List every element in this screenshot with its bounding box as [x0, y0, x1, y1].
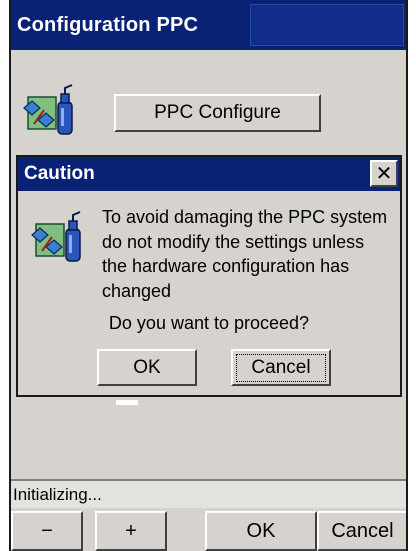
close-icon[interactable]: ✕ [370, 160, 398, 187]
dialog-ok-label: OK [133, 356, 161, 378]
minus-button[interactable]: − [11, 511, 83, 551]
toolbar-ok-button[interactable]: OK [205, 511, 317, 551]
toolbar-ok-label: OK [246, 519, 276, 542]
dialog-title-bar: Caution ✕ [18, 157, 400, 191]
title-bar-panel [250, 4, 404, 46]
plus-button[interactable]: + [95, 511, 167, 551]
message-line: changed [102, 280, 172, 301]
ppc-config-icon [23, 84, 73, 135]
toolbar-cancel-label: Cancel [331, 519, 394, 542]
caution-message: To avoid damaging the PPC system do not … [102, 205, 398, 303]
message-line: do not modify the settings unless [102, 231, 365, 252]
caution-dialog: Caution ✕ To avoid damaging the PPC syst… [16, 155, 402, 397]
message-line: To avoid damaging the PPC system [102, 207, 388, 227]
window-title: Configuration PPC [17, 14, 199, 36]
dialog-title: Caution [24, 163, 95, 184]
ppc-configure-button[interactable]: PPC Configure [114, 94, 321, 132]
plus-icon: + [125, 519, 137, 542]
background-artifact [116, 400, 138, 405]
status-text: Initializing... [13, 485, 102, 504]
ppc-configure-label: PPC Configure [154, 102, 281, 123]
status-bar: Initializing... [11, 479, 406, 508]
bottom-toolbar: − + OK Cancel [11, 511, 406, 551]
message-line: the hardware configuration has [102, 256, 350, 276]
toolbar-cancel-button[interactable]: Cancel [317, 511, 406, 551]
dialog-ok-button[interactable]: OK [97, 349, 197, 386]
ppc-config-icon [31, 211, 81, 262]
dialog-cancel-label: Cancel [236, 353, 326, 382]
dialog-cancel-button[interactable]: Cancel [231, 349, 331, 386]
title-bar: Configuration PPC [11, 0, 406, 50]
configuration-window: Configuration PPC PPC Configure Caution … [9, 0, 408, 551]
minus-icon: − [41, 519, 53, 542]
proceed-question: Do you want to proceed? [108, 313, 310, 333]
